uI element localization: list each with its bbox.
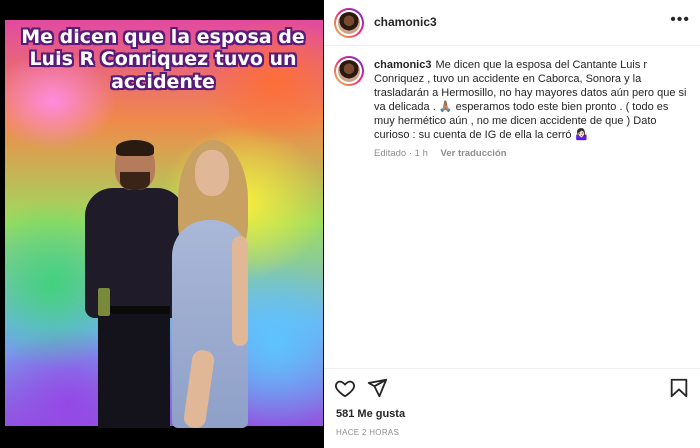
bookmark-icon[interactable] <box>668 377 690 399</box>
avatar[interactable] <box>334 8 364 38</box>
see-translation-link[interactable]: Ver traducción <box>441 148 507 159</box>
woman-face <box>195 150 229 196</box>
caption-username[interactable]: chamonic3 <box>374 59 431 71</box>
woman-arm <box>232 236 248 346</box>
like-count[interactable]: 581 Me gusta <box>336 408 405 420</box>
heart-icon[interactable] <box>334 377 356 399</box>
post-sidebar: chamonic3 ••• chamonic3 Me dicen que la e… <box>324 0 700 448</box>
caption-text: Me dicen que la esposa del Cantante Luis… <box>374 59 687 141</box>
paper-plane-icon[interactable] <box>366 377 388 399</box>
man-beard <box>120 172 150 190</box>
man-hair <box>116 140 154 156</box>
post-caption: chamonic3 Me dicen que la esposa del Cant… <box>374 58 688 142</box>
drink-glass <box>98 288 110 316</box>
post-timestamp: HACE 2 HORAS <box>336 428 400 437</box>
post-media[interactable]: Me dicen que la esposa de Luis R Conriqu… <box>0 0 324 448</box>
header-username[interactable]: chamonic3 <box>374 15 437 29</box>
image-overlay-text: Me dicen que la esposa de Luis R Conriqu… <box>21 26 305 93</box>
man-legs <box>98 312 170 428</box>
action-bar <box>324 368 700 404</box>
instagram-post-view: Me dicen que la esposa de Luis R Conriqu… <box>0 0 700 448</box>
couple-photo <box>60 140 260 430</box>
caption-avatar[interactable] <box>334 56 364 86</box>
more-options-icon[interactable]: ••• <box>670 12 690 28</box>
edited-time: Editado · 1 h <box>374 148 428 159</box>
caption-meta: Editado · 1 h Ver traducción <box>374 148 507 159</box>
post-header: chamonic3 ••• <box>324 0 700 46</box>
